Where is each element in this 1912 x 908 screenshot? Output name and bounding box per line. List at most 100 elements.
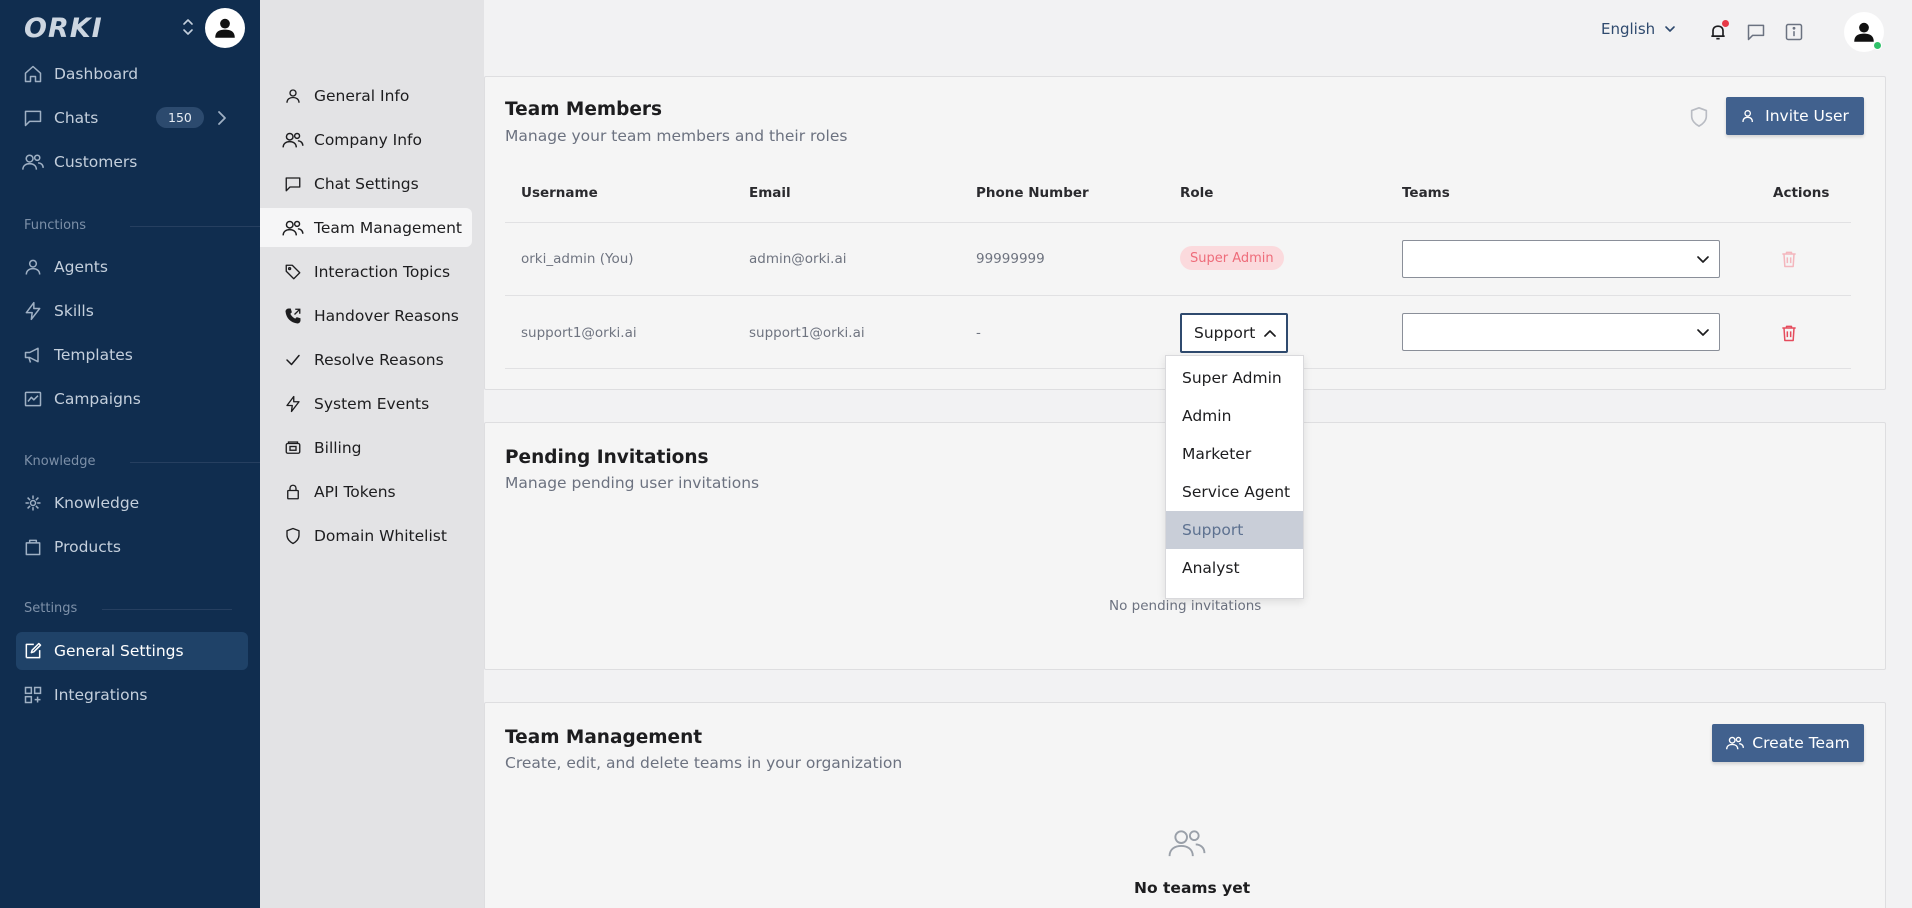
chevron-right-icon[interactable] <box>212 108 232 128</box>
sidebar-item-integrations[interactable]: Integrations <box>16 676 248 714</box>
grid-plus-icon <box>22 684 44 706</box>
shield-icon <box>282 525 304 547</box>
submenu-item-label: System Events <box>314 394 430 413</box>
role-option-analyst[interactable]: Analyst <box>1166 549 1303 587</box>
submenu-item-company-info[interactable]: Company Info <box>260 120 472 159</box>
info-icon <box>1785 23 1803 41</box>
row-divider <box>505 295 1851 296</box>
edit-icon <box>22 640 44 662</box>
sidebar-item-label: Campaigns <box>54 390 141 408</box>
users-icon <box>1726 736 1745 750</box>
sidebar-item-label: Products <box>54 538 121 556</box>
messages-button[interactable] <box>1744 20 1768 44</box>
team-management-card: Team Management Create, edit, and delete… <box>484 702 1886 908</box>
sidebar-item-customers[interactable]: Customers <box>16 143 248 181</box>
section-title: Pending Invitations <box>505 447 709 468</box>
sidebar-item-campaigns[interactable]: Campaigns <box>16 380 248 418</box>
billing-icon <box>282 437 304 459</box>
users-icon <box>1168 830 1206 857</box>
sidebar-item-agents[interactable]: Agents <box>16 248 248 286</box>
cell-phone: 99999999 <box>976 251 1045 267</box>
section-divider <box>130 462 260 463</box>
submenu-item-team-management[interactable]: Team Management <box>260 208 472 247</box>
avatar[interactable] <box>205 8 245 48</box>
teams-select[interactable] <box>1402 240 1720 278</box>
role-option-super-admin[interactable]: Super Admin <box>1166 359 1303 397</box>
notifications-button[interactable] <box>1706 20 1730 44</box>
language-selector[interactable]: English <box>1601 20 1677 38</box>
invite-user-button[interactable]: Invite User <box>1726 97 1864 135</box>
column-header-role: Role <box>1180 185 1214 201</box>
users-icon <box>282 217 304 239</box>
role-option-service-agent[interactable]: Service Agent <box>1166 473 1303 511</box>
submenu-item-label: Resolve Reasons <box>314 350 444 369</box>
role-select[interactable]: Support <box>1180 313 1288 353</box>
submenu-item-general-info[interactable]: General Info <box>260 76 472 115</box>
cell-email: support1@orki.ai <box>749 325 865 341</box>
home-icon <box>22 63 44 85</box>
role-select-value: Support <box>1194 324 1256 342</box>
cell-username: support1@orki.ai <box>521 325 637 341</box>
submenu-item-handover-reasons[interactable]: Handover Reasons <box>260 296 472 335</box>
submenu-item-label: Company Info <box>314 130 423 149</box>
campaign-icon <box>22 388 44 410</box>
section-subtitle: Manage pending user invitations <box>505 474 760 492</box>
section-divider <box>130 226 260 227</box>
shield-icon[interactable] <box>1688 106 1710 128</box>
sidebar-item-label: Dashboard <box>54 65 139 83</box>
submenu-item-chat-settings[interactable]: Chat Settings <box>260 164 472 203</box>
submenu-item-label: Billing <box>314 438 362 457</box>
bolt-icon <box>22 300 44 322</box>
workspace-switch-icon[interactable] <box>180 17 196 37</box>
role-option-admin[interactable]: Admin <box>1166 397 1303 435</box>
sidebar-item-skills[interactable]: Skills <box>16 292 248 330</box>
chevron-down-icon <box>1665 26 1675 32</box>
submenu-item-billing[interactable]: Billing <box>260 428 472 467</box>
notification-dot <box>1722 20 1729 27</box>
brand-logo[interactable]: ORKI <box>24 13 103 44</box>
role-option-support[interactable]: Support <box>1166 511 1303 549</box>
agents-icon <box>22 256 44 278</box>
submenu-item-label: Interaction Topics <box>314 262 451 281</box>
submenu-item-interaction-topics[interactable]: Interaction Topics <box>260 252 472 291</box>
column-header-phone: Phone Number <box>976 185 1089 201</box>
user-avatar[interactable] <box>1844 12 1884 52</box>
bag-icon <box>22 536 44 558</box>
submenu-item-label: Domain Whitelist <box>314 526 447 545</box>
submenu-item-label: Chat Settings <box>314 174 419 193</box>
user-icon <box>215 18 235 38</box>
delete-user-button[interactable] <box>1779 323 1799 343</box>
sidebar-item-label: Customers <box>54 153 138 171</box>
brand-name: ORKI <box>24 12 103 44</box>
row-divider <box>505 222 1851 223</box>
section-label-functions: Functions <box>24 218 87 233</box>
role-option-marketer[interactable]: Marketer <box>1166 435 1303 473</box>
section-title: Team Management <box>505 727 703 748</box>
submenu-item-resolve-reasons[interactable]: Resolve Reasons <box>260 340 472 379</box>
sidebar-item-label: Integrations <box>54 686 148 704</box>
sidebar-item-chats[interactable]: Chats 150 <box>16 99 248 137</box>
sidebar-item-templates[interactable]: Templates <box>16 336 248 374</box>
section-divider <box>102 609 232 610</box>
section-subtitle: Manage your team members and their roles <box>505 127 848 145</box>
chevron-down-icon <box>1697 329 1709 336</box>
submenu-item-system-events[interactable]: System Events <box>260 384 472 423</box>
brain-icon <box>22 492 44 514</box>
role-badge: Super Admin <box>1180 246 1284 270</box>
user-icon <box>1854 22 1874 42</box>
users-icon <box>22 151 44 173</box>
submenu-item-domain-whitelist[interactable]: Domain Whitelist <box>260 516 472 555</box>
sidebar-item-label: Agents <box>54 258 108 276</box>
submenu-item-api-tokens[interactable]: API Tokens <box>260 472 472 511</box>
sidebar-item-label: Knowledge <box>54 494 140 512</box>
sidebar-item-knowledge[interactable]: Knowledge <box>16 484 248 522</box>
section-title: Team Members <box>505 99 663 120</box>
create-team-button[interactable]: Create Team <box>1712 724 1864 762</box>
sidebar-item-products[interactable]: Products <box>16 528 248 566</box>
sidebar-item-general-settings[interactable]: General Settings <box>16 632 248 670</box>
chat-icon <box>22 107 44 129</box>
column-header-email: Email <box>749 185 791 201</box>
sidebar-item-dashboard[interactable]: Dashboard <box>16 55 248 93</box>
teams-select[interactable] <box>1402 313 1720 351</box>
info-button[interactable] <box>1782 20 1806 44</box>
